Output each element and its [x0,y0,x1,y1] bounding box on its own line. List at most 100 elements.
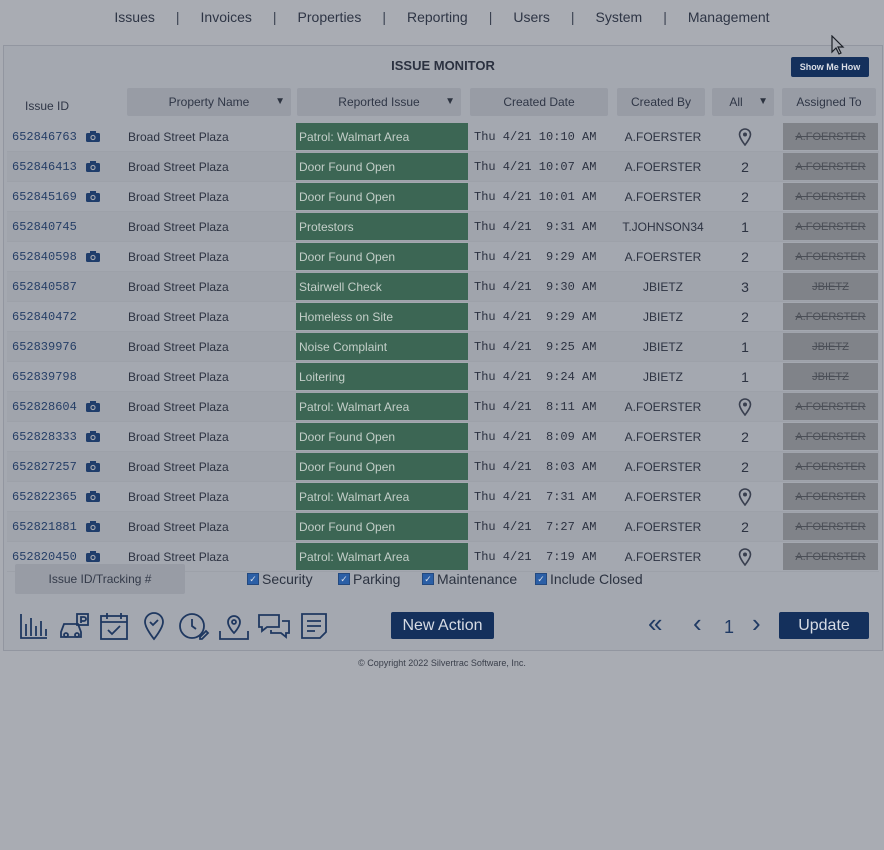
table-row[interactable]: 652821881 Broad Street Plaza Door Found Op… [7,512,879,542]
assigned-to-cell[interactable]: A.FOERSTER [783,453,878,480]
reported-issue-cell[interactable]: Door Found Open [296,513,468,540]
parking-car-icon[interactable] [56,608,92,644]
location-pin-icon[interactable] [713,392,777,421]
calendar-check-icon[interactable] [96,608,132,644]
camera-icon[interactable] [85,512,101,541]
reported-issue-cell[interactable]: Patrol: Walmart Area [296,483,468,510]
issue-id-link[interactable]: 652840745 [12,212,77,241]
reported-issue-cell[interactable]: Door Found Open [296,183,468,210]
assigned-to-cell[interactable]: A.FOERSTER [783,153,878,180]
location-pin-icon[interactable] [713,122,777,151]
table-row[interactable]: 652839798 Broad Street Plaza Loitering Thu … [7,362,879,392]
reported-issue-cell[interactable]: Patrol: Walmart Area [296,123,468,150]
table-row[interactable]: 652828333 Broad Street Plaza Door Found Op… [7,422,879,452]
reported-issue-cell[interactable]: Stairwell Check [296,273,468,300]
reported-issue-cell[interactable]: Loitering [296,363,468,390]
update-button[interactable]: Update [779,612,869,639]
reported-issue-cell[interactable]: Door Found Open [296,153,468,180]
table-row[interactable]: 652840587 Broad Street Plaza Stairwell Che… [7,272,879,302]
assigned-to-cell[interactable]: JBIETZ [783,363,878,390]
table-row[interactable]: 652846763 Broad Street Plaza Patrol: Walma… [7,122,879,152]
issue-id-link[interactable]: 652846763 [12,122,77,151]
issue-id-link[interactable]: 652839798 [12,362,77,391]
reported-issue-cell[interactable]: Homeless on Site [296,303,468,330]
camera-icon[interactable] [85,392,101,421]
table-row[interactable]: 652840745 Broad Street Plaza Protestors Thu… [7,212,879,242]
reported-issue-dropdown[interactable]: Reported Issue ▼ [297,88,461,116]
show-me-how-button[interactable]: Show Me How [791,57,869,77]
issue-id-link[interactable]: 652839976 [12,332,77,361]
assigned-to-cell[interactable]: A.FOERSTER [783,483,878,510]
assigned-to-cell[interactable]: A.FOERSTER [783,243,878,270]
bar-chart-icon[interactable] [16,608,52,644]
table-row[interactable]: 652839976 Broad Street Plaza Noise Complai… [7,332,879,362]
nav-properties[interactable]: Properties [292,9,368,25]
assigned-to-cell[interactable]: A.FOERSTER [783,423,878,450]
first-page-button[interactable]: « [648,608,662,639]
tracking-search-input[interactable]: Issue ID/Tracking # [15,564,185,594]
nav-users[interactable]: Users [507,9,556,25]
camera-icon[interactable] [85,482,101,511]
issue-id-link[interactable]: 652840587 [12,272,77,301]
table-row[interactable]: 652828604 Broad Street Plaza Patrol: Walma… [7,392,879,422]
issue-id-link[interactable]: 652840472 [12,302,77,331]
header-created-by[interactable]: Created By [617,88,705,116]
issue-id-link[interactable]: 652828333 [12,422,77,451]
next-page-button[interactable]: › [752,608,761,639]
security-checkbox[interactable]: ✓ Security [247,571,313,587]
header-assigned-to[interactable]: Assigned To [782,88,876,116]
issue-id-link[interactable]: 652840598 [12,242,77,271]
camera-icon[interactable] [85,182,101,211]
chat-bubbles-icon[interactable] [256,608,292,644]
count-filter-dropdown[interactable]: All ▼ [712,88,774,116]
table-row[interactable]: 652840598 Broad Street Plaza Door Found Op… [7,242,879,272]
nav-invoices[interactable]: Invoices [195,9,258,25]
location-pin-icon[interactable] [136,608,172,644]
table-row[interactable]: 652822365 Broad Street Plaza Patrol: Walma… [7,482,879,512]
nav-management[interactable]: Management [682,9,776,25]
table-row[interactable]: 652846413 Broad Street Plaza Door Found Op… [7,152,879,182]
camera-icon[interactable] [85,422,101,451]
assigned-to-cell[interactable]: JBIETZ [783,333,878,360]
assigned-to-cell[interactable]: JBIETZ [783,273,878,300]
assigned-to-cell[interactable]: A.FOERSTER [783,213,878,240]
map-pin-icon[interactable] [216,608,252,644]
nav-issues[interactable]: Issues [108,9,160,25]
reported-issue-cell[interactable]: Protestors [296,213,468,240]
issue-id-link[interactable]: 652828604 [12,392,77,421]
assigned-to-cell[interactable]: A.FOERSTER [783,123,878,150]
reported-issue-cell[interactable]: Door Found Open [296,453,468,480]
include-closed-checkbox[interactable]: ✓ Include Closed [535,571,643,587]
assigned-to-cell[interactable]: A.FOERSTER [783,303,878,330]
reported-issue-cell[interactable]: Patrol: Walmart Area [296,393,468,420]
issue-id-link[interactable]: 652821881 [12,512,77,541]
camera-icon[interactable] [85,452,101,481]
new-action-button[interactable]: New Action [391,612,494,639]
maintenance-checkbox[interactable]: ✓ Maintenance [422,571,517,587]
reported-issue-cell[interactable]: Door Found Open [296,423,468,450]
issue-id-link[interactable]: 652845169 [12,182,77,211]
reported-issue-cell[interactable]: Noise Complaint [296,333,468,360]
location-pin-icon[interactable] [713,482,777,511]
issue-id-link[interactable]: 652827257 [12,452,77,481]
nav-system[interactable]: System [590,9,649,25]
reported-issue-cell[interactable]: Door Found Open [296,243,468,270]
issue-id-link[interactable]: 652846413 [12,152,77,181]
header-created-date[interactable]: Created Date [470,88,608,116]
assigned-to-cell[interactable]: A.FOERSTER [783,183,878,210]
table-row[interactable]: 652840472 Broad Street Plaza Homeless on S… [7,302,879,332]
assigned-to-cell[interactable]: A.FOERSTER [783,393,878,420]
assigned-to-cell[interactable]: A.FOERSTER [783,513,878,540]
prev-page-button[interactable]: ‹ [693,608,702,639]
notes-icon[interactable] [296,608,332,644]
property-name-dropdown[interactable]: Property Name ▼ [127,88,291,116]
parking-checkbox[interactable]: ✓ Parking [338,571,400,587]
nav-reporting[interactable]: Reporting [401,9,474,25]
table-row[interactable]: 652827257 Broad Street Plaza Door Found Op… [7,452,879,482]
camera-icon[interactable] [85,152,101,181]
issue-id-link[interactable]: 652822365 [12,482,77,511]
table-row[interactable]: 652845169 Broad Street Plaza Door Found Op… [7,182,879,212]
camera-icon[interactable] [85,242,101,271]
camera-icon[interactable] [85,122,101,151]
clock-edit-icon[interactable] [176,608,212,644]
